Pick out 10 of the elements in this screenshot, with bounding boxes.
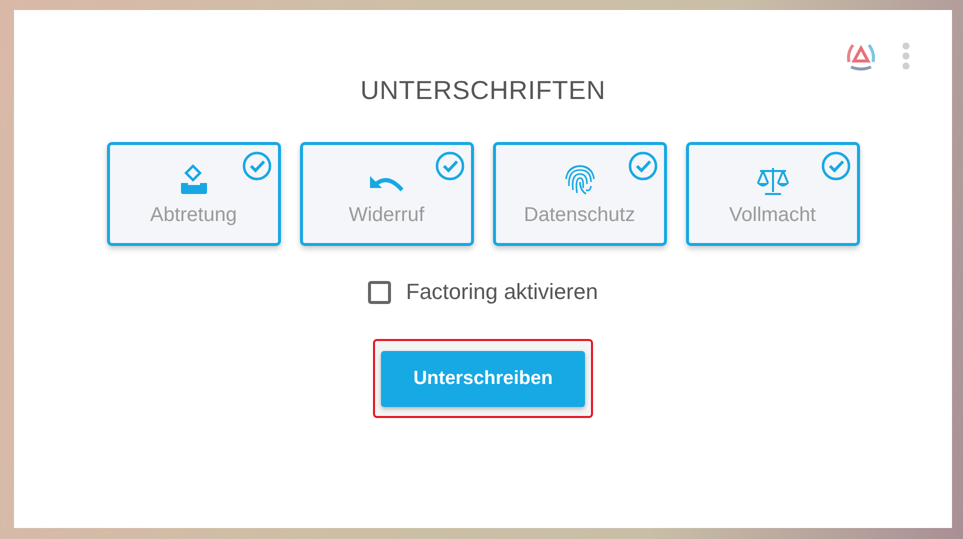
document-tile[interactable]: Abtretung bbox=[106, 142, 280, 246]
scales-icon bbox=[756, 166, 790, 196]
factoring-checkbox[interactable] bbox=[368, 280, 391, 304]
checkbox-label: Factoring aktivieren bbox=[406, 279, 598, 305]
document-tile[interactable]: Datenschutz bbox=[492, 142, 666, 246]
fingerprint-icon bbox=[564, 162, 596, 196]
document-tile[interactable]: Widerruf bbox=[300, 142, 474, 246]
sign-button[interactable]: Unterschreiben bbox=[381, 351, 585, 407]
dialog-title: UNTERSCHRIFTEN bbox=[360, 75, 606, 106]
document-tile[interactable]: Vollmacht bbox=[686, 142, 860, 246]
